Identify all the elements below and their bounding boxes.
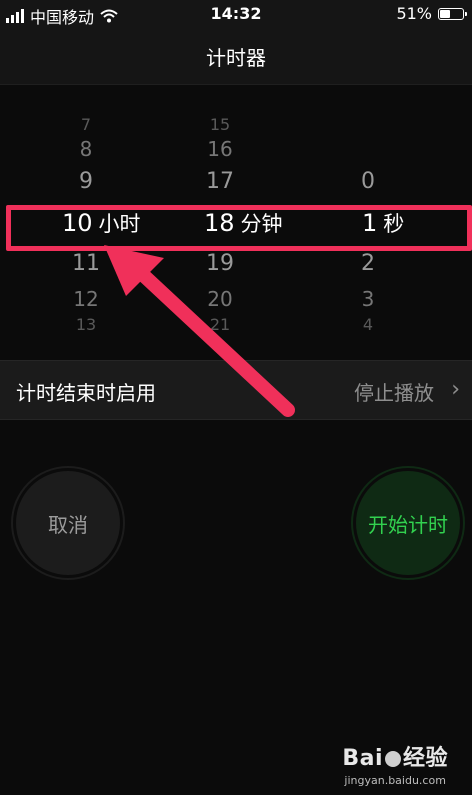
hour-option[interactable]: 9	[36, 169, 136, 194]
cancel-button[interactable]: 取消	[16, 471, 120, 575]
navigation-bar: 计时器	[0, 28, 472, 85]
hour-option[interactable]: 8	[36, 137, 136, 161]
minute-option[interactable]: 20	[170, 287, 270, 311]
hour-option[interactable]: 12	[36, 287, 136, 311]
watermark-brand-text: Bai	[342, 746, 383, 771]
battery-percent: 51%	[396, 4, 432, 23]
annotation-highlight-box	[6, 205, 472, 251]
second-option[interactable]: 0	[318, 169, 418, 194]
hour-option[interactable]: 11	[36, 251, 136, 276]
battery-group: 51%	[396, 4, 467, 23]
status-bar: 中国移动 14:32 51%	[0, 0, 472, 28]
paw-icon	[384, 751, 401, 767]
watermark-brand-suffix: 经验	[402, 746, 448, 771]
second-option[interactable]: 3	[318, 287, 418, 311]
second-option[interactable]: 2	[318, 251, 418, 276]
minute-option[interactable]: 15	[170, 115, 270, 134]
minute-option[interactable]: 19	[170, 251, 270, 276]
page-title: 计时器	[206, 46, 266, 70]
when-timer-ends-value: 停止播放	[354, 381, 434, 405]
start-button[interactable]: 开始计时	[356, 471, 460, 575]
hour-option[interactable]: 7	[36, 115, 136, 134]
when-timer-ends-row[interactable]: 计时结束时启用 停止播放 ›	[0, 360, 472, 420]
watermark-site: jingyan.baidu.com	[344, 774, 446, 787]
chevron-right-icon: ›	[451, 377, 460, 402]
watermark-logo: Bai 经验	[342, 740, 448, 772]
minute-option[interactable]: 21	[170, 315, 270, 334]
minute-option[interactable]: 17	[170, 169, 270, 194]
hour-option[interactable]: 13	[36, 315, 136, 334]
second-option[interactable]: 4	[318, 315, 418, 334]
minute-option[interactable]: 16	[170, 137, 270, 161]
when-timer-ends-label: 计时结束时启用	[16, 381, 156, 405]
battery-icon	[438, 7, 467, 20]
baidu-jingyan-watermark: Bai 经验 jingyan.baidu.com	[342, 740, 448, 787]
